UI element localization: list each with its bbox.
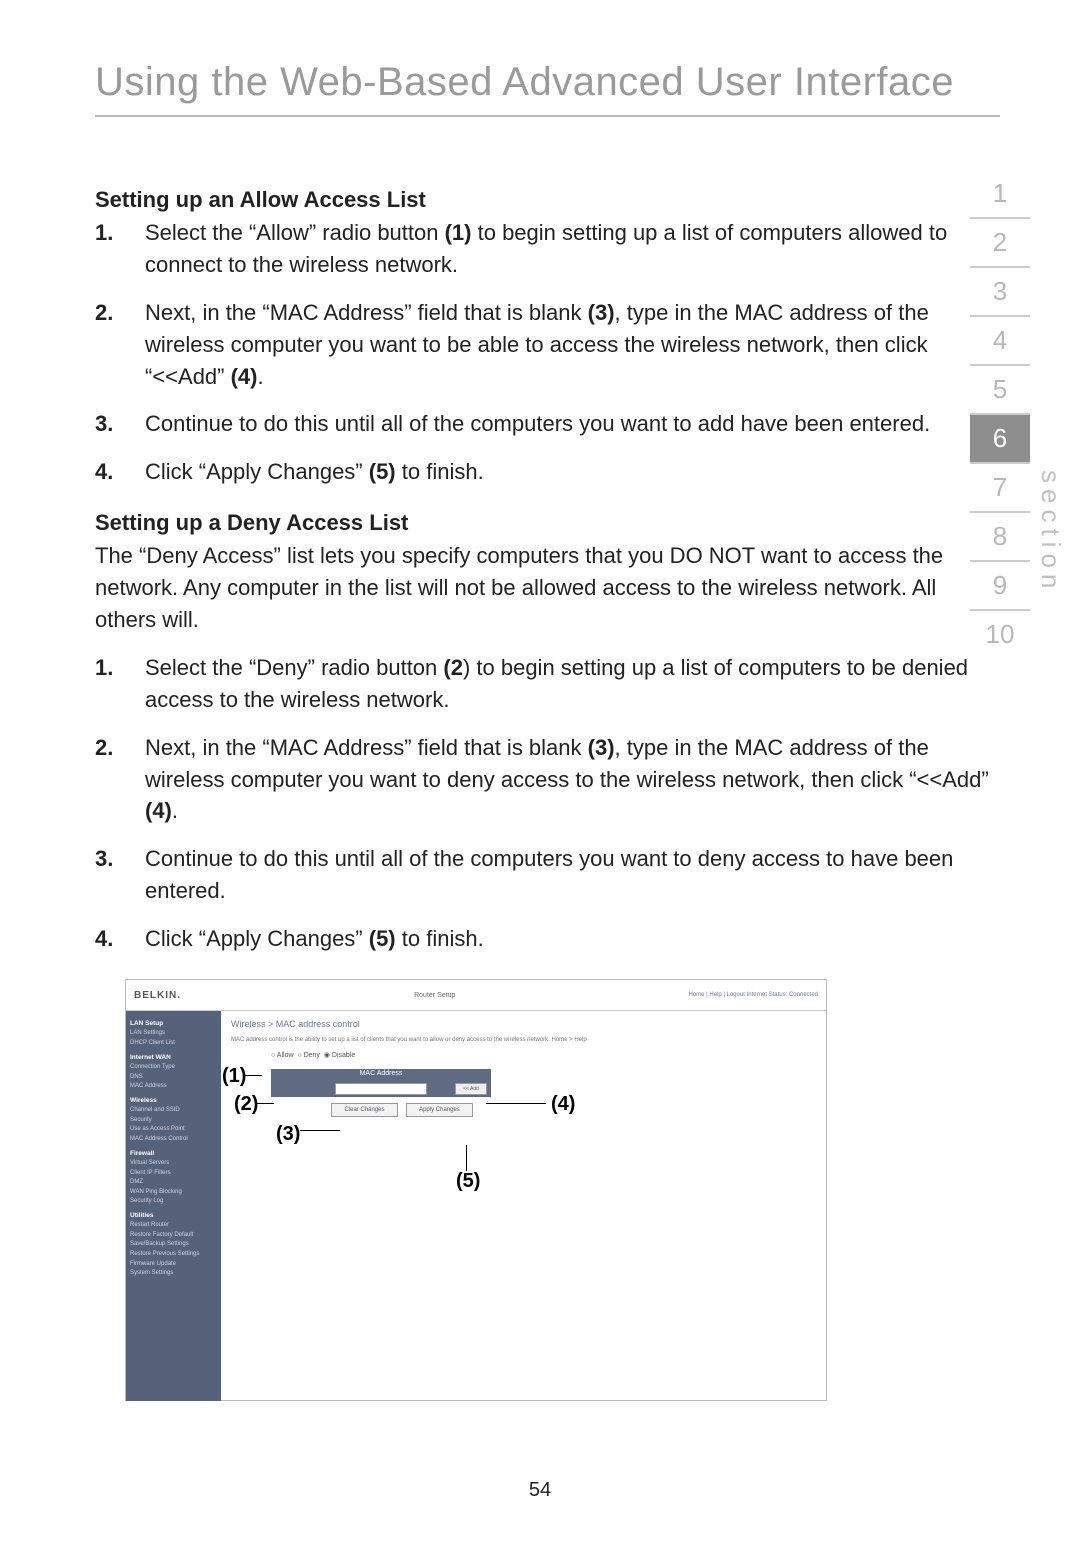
- annotation-1: (1): [222, 1065, 246, 1088]
- step-text: Click “Apply Changes” (5) to finish.: [145, 923, 484, 955]
- step-text: Select the “Deny” radio button (2) to be…: [145, 652, 1000, 716]
- clear-button: Clear Changes: [331, 1103, 398, 1117]
- breadcrumb: Wireless > MAC address control: [231, 1019, 816, 1029]
- page-title: Using the Web-Based Advanced User Interf…: [95, 60, 1000, 105]
- section-tab-2[interactable]: 2: [970, 219, 1030, 268]
- annotation-5: (5): [456, 1170, 480, 1193]
- step-number: 4.: [95, 456, 125, 488]
- step-number: 1.: [95, 652, 125, 716]
- step-number: 1.: [95, 217, 125, 281]
- mac-input: [335, 1083, 427, 1095]
- brand-logo: BELKIN.: [134, 990, 181, 1001]
- step-number: 3.: [95, 843, 125, 907]
- section-tab-3[interactable]: 3: [970, 268, 1030, 317]
- page-number: 54: [0, 1479, 1080, 1502]
- section-tab-5[interactable]: 5: [970, 366, 1030, 415]
- deny-heading: Setting up a Deny Access List: [95, 510, 1000, 536]
- allow-steps: 1. Select the “Allow” radio button (1) t…: [95, 217, 1000, 488]
- step-text: Select the “Allow” radio button (1) to b…: [145, 217, 1000, 281]
- step-text: Click “Apply Changes” (5) to finish.: [145, 456, 484, 488]
- section-nav: 12345678910: [970, 170, 1030, 658]
- deny-steps: 1. Select the “Deny” radio button (2) to…: [95, 652, 1000, 955]
- section-tab-10[interactable]: 10: [970, 611, 1030, 658]
- apply-button: Apply Changes: [406, 1103, 473, 1117]
- step-number: 2.: [95, 732, 125, 828]
- title-rule: [95, 115, 1000, 117]
- status-bar: Home | Help | Logout Internet Status: Co…: [688, 992, 818, 998]
- section-tab-8[interactable]: 8: [970, 513, 1030, 562]
- step-number: 3.: [95, 408, 125, 440]
- section-tab-1[interactable]: 1: [970, 170, 1030, 219]
- step-number: 2.: [95, 297, 125, 393]
- step-text: Next, in the “MAC Address” field that is…: [145, 297, 1000, 393]
- router-nav: LAN SetupLAN SettingsDHCP Client ListInt…: [126, 1011, 221, 1401]
- router-screenshot: BELKIN. Router Setup Home | Help | Logou…: [125, 979, 827, 1401]
- shot-desc: MAC address control is the ability to se…: [231, 1037, 816, 1043]
- section-tab-9[interactable]: 9: [970, 562, 1030, 611]
- annotation-3: (3): [276, 1123, 300, 1146]
- section-tab-7[interactable]: 7: [970, 464, 1030, 513]
- mac-block: MAC Address << Add: [271, 1069, 491, 1097]
- annotation-2: (2): [234, 1093, 258, 1116]
- setup-label: Router Setup: [414, 992, 455, 999]
- side-label: section: [1035, 470, 1066, 594]
- section-tab-6[interactable]: 6: [970, 415, 1030, 464]
- radio-row: ○ Allow ○ Deny ◉ Disable: [271, 1051, 816, 1059]
- step-text: Continue to do this until all of the com…: [145, 408, 930, 440]
- add-button: << Add: [455, 1083, 487, 1095]
- allow-heading: Setting up an Allow Access List: [95, 187, 1000, 213]
- deny-intro: The “Deny Access” list lets you specify …: [95, 540, 1000, 636]
- section-tab-4[interactable]: 4: [970, 317, 1030, 366]
- step-text: Next, in the “MAC Address” field that is…: [145, 732, 1000, 828]
- step-number: 4.: [95, 923, 125, 955]
- step-text: Continue to do this until all of the com…: [145, 843, 1000, 907]
- annotation-4: (4): [551, 1093, 575, 1116]
